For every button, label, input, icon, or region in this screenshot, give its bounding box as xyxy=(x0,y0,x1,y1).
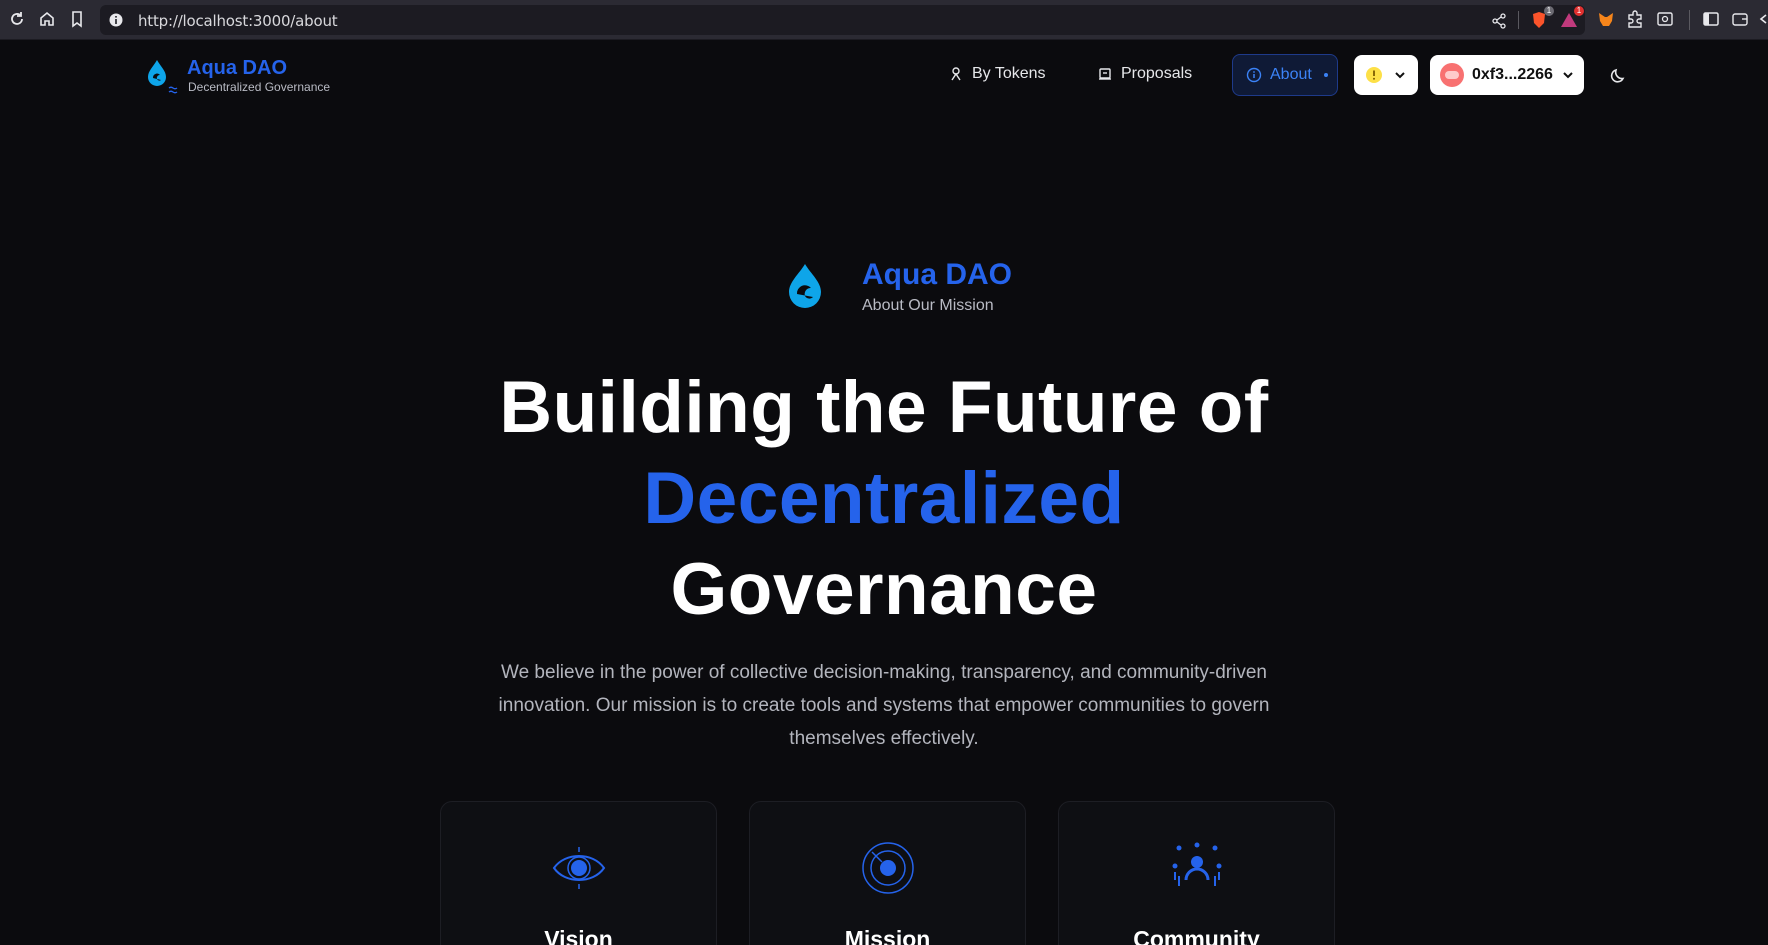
brand-logo-icon[interactable] xyxy=(145,58,181,101)
extensions-icon[interactable] xyxy=(1625,9,1645,29)
card-vision-title: Vision xyxy=(544,926,613,945)
address-bar[interactable]: http://localhost:3000/about 1 1 xyxy=(100,5,1585,35)
nav-about-label: About xyxy=(1270,66,1312,83)
hero-brand-title: Aqua DAO xyxy=(862,258,1012,291)
theme-toggle-moon-icon[interactable] xyxy=(1608,64,1630,86)
headline-line-1: Building the Future of xyxy=(499,367,1269,448)
brave-shields-icon[interactable]: 1 xyxy=(1529,6,1554,30)
nav-by-tokens[interactable]: By Tokens xyxy=(948,56,1046,92)
reload-icon[interactable] xyxy=(7,9,27,29)
network-selector[interactable] xyxy=(1354,55,1418,95)
avatar xyxy=(1440,63,1464,87)
home-icon[interactable] xyxy=(37,9,57,29)
proposals-icon xyxy=(1099,68,1111,80)
wallet-address: 0xf3...2266 xyxy=(1472,66,1553,83)
site-info-icon[interactable] xyxy=(109,13,123,27)
eye-icon xyxy=(551,840,607,896)
nav-proposals[interactable]: Proposals xyxy=(1097,56,1192,92)
network-warning-icon xyxy=(1366,67,1382,83)
card-vision: Vision xyxy=(440,801,717,945)
target-icon xyxy=(860,840,916,896)
sidebar-icon[interactable] xyxy=(1701,9,1721,29)
info-icon xyxy=(1246,67,1262,83)
card-community-title: Community xyxy=(1133,926,1260,945)
community-icon xyxy=(1169,840,1225,896)
card-community: Community xyxy=(1058,801,1335,945)
page-title: Building the Future of Decentralized Gov… xyxy=(384,362,1384,635)
bookmark-icon[interactable] xyxy=(67,9,87,29)
headline-line-3: Governance xyxy=(670,549,1098,630)
nav-by-tokens-label: By Tokens xyxy=(972,65,1046,82)
tokens-icon xyxy=(951,67,961,81)
wallet-account-button[interactable]: 0xf3...2266 xyxy=(1430,55,1584,95)
reader-icon[interactable] xyxy=(1655,9,1675,29)
metamask-icon[interactable] xyxy=(1596,9,1616,29)
wallet-icon[interactable] xyxy=(1730,9,1750,29)
chevron-down-icon xyxy=(1395,72,1405,79)
nav-about[interactable]: About xyxy=(1232,54,1338,96)
nav-proposals-label: Proposals xyxy=(1121,65,1193,82)
brand-tagline: Decentralized Governance xyxy=(188,80,331,94)
card-mission-title: Mission xyxy=(844,926,931,945)
active-indicator xyxy=(1323,73,1328,77)
chevron-down-icon xyxy=(1563,72,1573,79)
headline-highlight: Decentralized xyxy=(643,458,1125,539)
brave-rewards-icon[interactable]: 1 xyxy=(1559,6,1584,30)
menu-overflow-icon[interactable] xyxy=(1758,9,1768,29)
card-mission: Mission xyxy=(749,801,1026,945)
browser-toolbar: http://localhost:3000/about 1 1 xyxy=(0,0,1768,40)
mission-description: We believe in the power of collective de… xyxy=(498,662,1270,749)
hero-logo-icon xyxy=(785,262,825,315)
url-text: http://localhost:3000/about xyxy=(138,12,338,30)
brand-title[interactable]: Aqua DAO xyxy=(187,57,287,80)
share-icon[interactable] xyxy=(1491,13,1507,29)
hero-brand-subtitle: About Our Mission xyxy=(862,297,994,314)
